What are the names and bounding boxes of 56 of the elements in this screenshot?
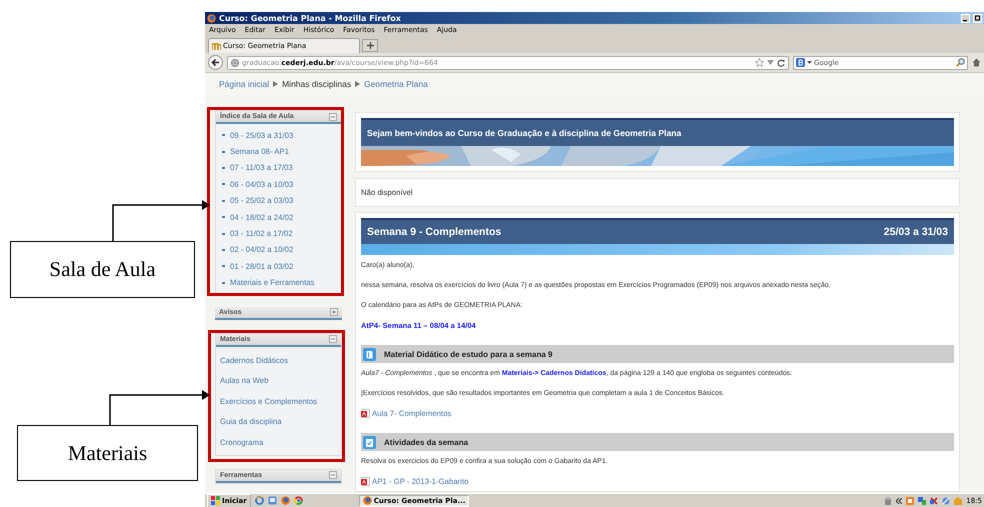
tray-icon[interactable] xyxy=(930,496,938,504)
bullet-icon xyxy=(222,248,225,251)
bullet-icon xyxy=(222,232,225,235)
bullet-icon xyxy=(222,265,225,268)
star-icon[interactable] xyxy=(755,58,764,67)
home-icon[interactable] xyxy=(972,58,981,67)
tray-icon[interactable] xyxy=(906,496,914,504)
section-title: Semana 9 - Complementos xyxy=(367,226,502,238)
breadcrumb-link[interactable]: Geometria Plana xyxy=(364,79,428,89)
search-engine-icon[interactable] xyxy=(796,58,805,67)
tray-icon[interactable] xyxy=(884,496,892,504)
restore-icon[interactable] xyxy=(973,14,982,22)
clipboard-check-icon xyxy=(363,436,376,448)
separator-icon xyxy=(355,81,360,87)
chrome-icon[interactable] xyxy=(294,496,303,505)
dropdown-icon[interactable] xyxy=(807,61,812,64)
collapse-icon[interactable] xyxy=(329,112,337,120)
bullet-icon xyxy=(222,200,225,202)
search-icon[interactable] xyxy=(956,58,965,67)
minimize-icon[interactable] xyxy=(961,14,970,22)
reload-icon[interactable] xyxy=(777,58,785,66)
desktop-icon[interactable] xyxy=(268,496,277,505)
new-tab-button[interactable] xyxy=(362,39,378,52)
breadcrumb-text: Minhas disciplinas xyxy=(282,79,352,89)
back-button[interactable] xyxy=(208,55,223,70)
breadcrumb-link[interactable]: Página inicial xyxy=(219,79,270,89)
section-dates: 25/03 a 31/03 xyxy=(884,226,948,238)
collapse-icon[interactable] xyxy=(329,471,337,480)
chevron-icon[interactable] xyxy=(896,498,902,504)
browser-icon[interactable] xyxy=(254,496,264,505)
pdf-file-icon xyxy=(361,408,370,418)
expand-icon[interactable] xyxy=(330,308,338,316)
window-title: Curso: Geometria Plana - Mozilla Firefox xyxy=(219,14,401,22)
globe-icon xyxy=(231,58,239,66)
callout-label: Sala de Aula xyxy=(10,241,195,298)
callout-label: Materiais xyxy=(17,425,198,481)
bullet-icon xyxy=(222,150,225,153)
collapse-icon[interactable] xyxy=(329,335,337,344)
bullet-icon xyxy=(222,216,225,218)
bullet-icon xyxy=(222,166,225,169)
banner-title: Sejam bem-vindos ao Curso de Graduação e à disciplina de Geometria Plana xyxy=(367,128,682,138)
separator-icon xyxy=(273,81,278,87)
heading-text: Material Didático de estudo para a semana 9 xyxy=(384,350,553,358)
plus-icon xyxy=(366,42,374,49)
pdf-file-icon xyxy=(361,476,370,486)
book-icon xyxy=(363,348,376,360)
firefox-icon xyxy=(207,14,216,22)
heading-text: Atividades da semana xyxy=(384,438,468,446)
windows-flag-icon xyxy=(211,496,220,505)
firefox-icon[interactable] xyxy=(280,496,290,505)
firefox-icon xyxy=(362,496,372,505)
logo-icon xyxy=(212,42,221,50)
bullet-icon xyxy=(222,134,225,136)
network-icon[interactable] xyxy=(918,496,926,504)
bullet-icon xyxy=(222,282,225,284)
bullet-icon xyxy=(222,183,225,186)
